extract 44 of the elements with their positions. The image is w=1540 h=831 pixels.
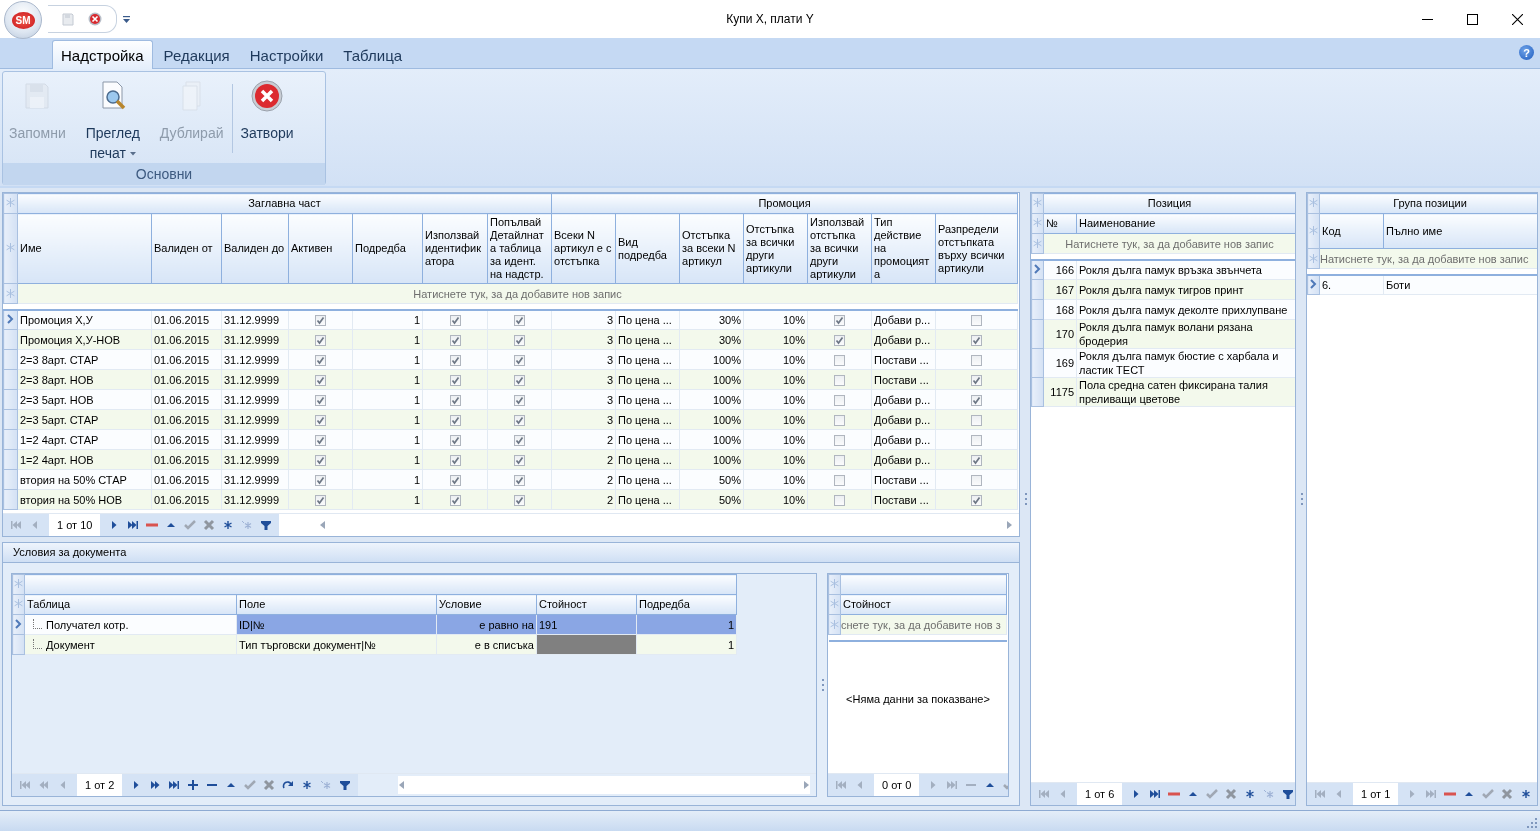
table-cell: Рокля дълга памук тигров принт: [1076, 279, 1295, 300]
page-counter: 1 от 1: [1353, 783, 1399, 805]
table-cell: Рокля дълга памук волани рязана бродерия: [1076, 319, 1295, 349]
column-header[interactable]: Вид подредба: [615, 213, 680, 284]
table-cell: Получател котр.: [46, 618, 129, 631]
column-header[interactable]: Попълвай Детайлната таблица за идент. на надстр.: [487, 213, 552, 284]
column-header[interactable]: Пълно име: [1383, 213, 1537, 249]
ribbon-button[interactable]: Преглед печат: [71, 80, 154, 163]
column-header[interactable]: Отстъпка за всички други артикули: [743, 213, 808, 284]
group-label: Основни: [3, 163, 325, 185]
table-cell: Пола средна сатен фиксирана талия преливащи цветове: [1076, 377, 1295, 407]
ribbon-tab[interactable]: Надстройка: [52, 40, 153, 69]
panel-title: Условия за документа: [13, 546, 127, 558]
column-header[interactable]: Тип действие на промоцията: [871, 213, 936, 284]
ribbon-button[interactable]: Затвори: [234, 80, 300, 163]
page-counter: 1 от 6: [1077, 783, 1123, 805]
app-menu-button[interactable]: SM: [4, 1, 42, 39]
column-header[interactable]: Подредба: [352, 213, 423, 284]
band-header: Заглавна част: [17, 193, 552, 214]
page-counter: 0 от 0: [874, 774, 920, 796]
ribbon-tab[interactable]: Редакция: [154, 40, 239, 69]
column-header[interactable]: Активен: [288, 213, 353, 284]
band-header: Промоция: [551, 193, 1018, 214]
ribbon-tab[interactable]: Настройки: [240, 40, 333, 69]
column-header[interactable]: Използвай идентификатора: [422, 213, 488, 284]
empty-message: <Няма данни за показване>: [846, 693, 990, 706]
page-counter: 1 от 2: [77, 774, 123, 796]
table-cell: Рокля дълга памук бюстие с харбала и ластик ТЕСТ: [1076, 348, 1295, 378]
window-title: Купи X, плати Y: [726, 12, 814, 26]
column-header[interactable]: Разпредели отстъпката върху всички артикули: [935, 213, 1018, 284]
column-header[interactable]: Използвай отстъпка за всички други артикули: [807, 213, 872, 284]
band-header: Позиция: [1043, 193, 1295, 214]
ribbon-tab[interactable]: Таблица: [334, 40, 412, 69]
column-header[interactable]: Валиден до: [221, 213, 289, 284]
column-header[interactable]: Всеки N артикул е с отстъпка: [551, 213, 616, 284]
table-cell: 167: [1043, 279, 1077, 300]
band-header: Група позиции: [1319, 193, 1537, 214]
new-row-prompt[interactable]: Натиснете тук, за да добавите нов запис: [17, 283, 1018, 304]
column-header[interactable]: Валиден от: [151, 213, 222, 284]
column-header[interactable]: Отстъпка за всеки N артикул: [679, 213, 744, 284]
page-counter: 1 от 10: [49, 514, 101, 536]
column-header[interactable]: Код: [1319, 213, 1384, 249]
table-cell: Документ: [46, 638, 95, 651]
column-header[interactable]: Име: [17, 213, 152, 284]
